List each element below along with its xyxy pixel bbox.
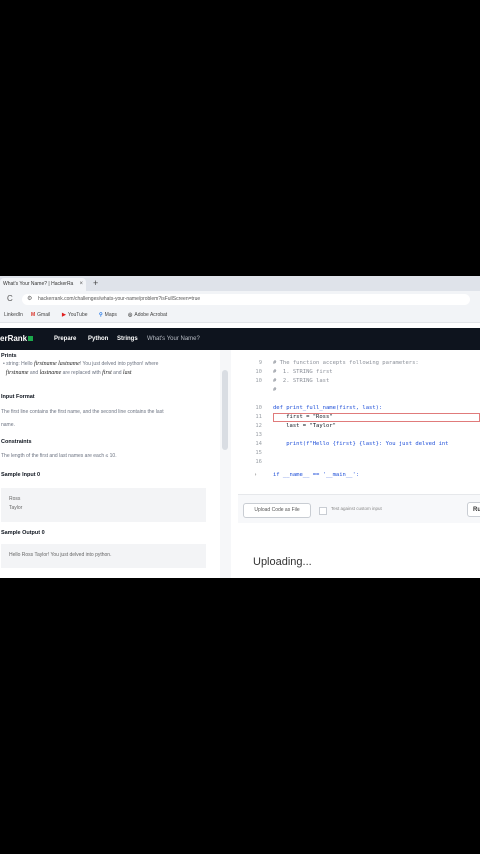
input-format-line1: The first line contains the first name, … bbox=[1, 409, 164, 415]
input-format-heading: Input Format bbox=[1, 394, 35, 400]
url-field[interactable]: ⚙ hackerrank.com/challenges/whats-your-n… bbox=[22, 294, 470, 305]
site-info-icon[interactable]: ⚙ bbox=[27, 294, 32, 305]
prints-text: • string: Hello firstname lastname! You … bbox=[3, 361, 159, 376]
nav-current-challenge: What's Your Name? bbox=[147, 336, 200, 342]
sample-input-line: Taylor bbox=[9, 505, 23, 511]
editor-action-bar: Upload Code as File Test against custom … bbox=[238, 494, 480, 523]
code-line: 16 bbox=[255, 459, 262, 465]
tab-title: What's Your Name? | HackerRa bbox=[3, 281, 74, 287]
sample-input-heading: Sample Input 0 bbox=[1, 472, 41, 478]
address-bar-row: C ⚙ hackerrank.com/challenges/whats-your… bbox=[0, 291, 480, 308]
code-editor[interactable]: 9 # The function accepts following parame… bbox=[238, 350, 480, 480]
code-line: 10 # 1. STRING first bbox=[255, 369, 333, 375]
sample-output-line: Hello Ross Taylor! You just delved into … bbox=[9, 552, 112, 558]
maps-icon: ⚲ bbox=[99, 312, 103, 318]
url-text: hackerrank.com/challenges/whats-your-nam… bbox=[38, 296, 201, 302]
code-line: 9 # The function accepts following parame… bbox=[258, 360, 419, 366]
code-line: 11 first = "Ross" bbox=[255, 414, 333, 420]
code-line: 10 # 2. STRING last bbox=[255, 378, 330, 384]
new-tab-icon[interactable]: + bbox=[93, 277, 98, 290]
code-line: 13 bbox=[255, 432, 262, 438]
close-tab-icon[interactable]: × bbox=[79, 278, 83, 291]
code-line-active: 12 last = "Taylor" bbox=[255, 423, 336, 429]
bookmark-adobe-acrobat[interactable]: ◎ Adobe Acrobat bbox=[128, 308, 167, 322]
code-line: 14 print(f"Hello {first} {last}: You jus… bbox=[255, 441, 449, 447]
custom-input-label: Test against custom input bbox=[331, 506, 382, 511]
bullet-icon: • bbox=[3, 361, 5, 367]
youtube-icon: ▶ bbox=[62, 312, 66, 318]
problem-panel: Prints • string: Hello firstname lastnam… bbox=[0, 350, 220, 578]
logo-square-icon bbox=[28, 336, 34, 342]
constraints-text: The length of the first and last names a… bbox=[1, 453, 117, 459]
hackerrank-logo[interactable]: erRank bbox=[0, 328, 34, 350]
upload-code-button[interactable]: Upload Code as File bbox=[243, 503, 311, 518]
acrobat-icon: ◎ bbox=[128, 312, 133, 318]
browser-tab[interactable]: What's Your Name? | HackerRa × bbox=[0, 278, 86, 291]
bookmark-gmail[interactable]: M Gmail bbox=[31, 308, 50, 322]
nav-prepare[interactable]: Prepare bbox=[54, 328, 76, 350]
sample-input-box: Ross Taylor bbox=[1, 488, 206, 522]
code-line: 10 def print_full_name(first, last): bbox=[255, 405, 383, 411]
uploading-text: Uploading... bbox=[253, 556, 312, 568]
code-line: 15 bbox=[255, 450, 262, 456]
code-line: # bbox=[273, 387, 277, 393]
fold-arrow-icon[interactable]: › bbox=[254, 471, 257, 480]
browser-tabbar: What's Your Name? | HackerRa × + bbox=[0, 276, 480, 291]
custom-input-checkbox[interactable] bbox=[319, 507, 327, 515]
upload-status-panel: Uploading... bbox=[240, 532, 480, 578]
screen: What's Your Name? | HackerRa × + C ⚙ hac… bbox=[0, 276, 480, 578]
nav-strings[interactable]: Strings bbox=[117, 328, 138, 350]
sample-input-line: Ross bbox=[9, 496, 21, 502]
prints-heading: Prints bbox=[1, 353, 17, 359]
code-line: › if __name__ == '__main__': bbox=[254, 472, 360, 478]
nav-python[interactable]: Python bbox=[88, 328, 108, 350]
bookmarks-bar: LinkedIn M Gmail ▶ YouTube ⚲ Maps ◎ Adobe Ac… bbox=[0, 308, 480, 323]
sample-output-box: Hello Ross Taylor! You just delved into … bbox=[1, 544, 206, 568]
input-format-line2: name. bbox=[1, 422, 15, 428]
bookmark-linkedin[interactable]: LinkedIn bbox=[2, 308, 23, 322]
gmail-icon: M bbox=[31, 312, 36, 318]
bookmark-maps[interactable]: ⚲ Maps bbox=[99, 308, 117, 322]
constraints-heading: Constraints bbox=[1, 439, 32, 445]
sample-output-heading: Sample Output 0 bbox=[1, 530, 45, 536]
scrollbar-thumb[interactable] bbox=[222, 370, 228, 450]
run-code-button[interactable]: Ru bbox=[467, 502, 480, 517]
hackerrank-navbar: erRank Prepare Python Strings What's You… bbox=[0, 328, 480, 350]
reload-icon[interactable]: C bbox=[7, 294, 13, 303]
bookmark-youtube[interactable]: ▶ YouTube bbox=[62, 308, 88, 322]
problem-scrollbar[interactable] bbox=[220, 350, 231, 578]
